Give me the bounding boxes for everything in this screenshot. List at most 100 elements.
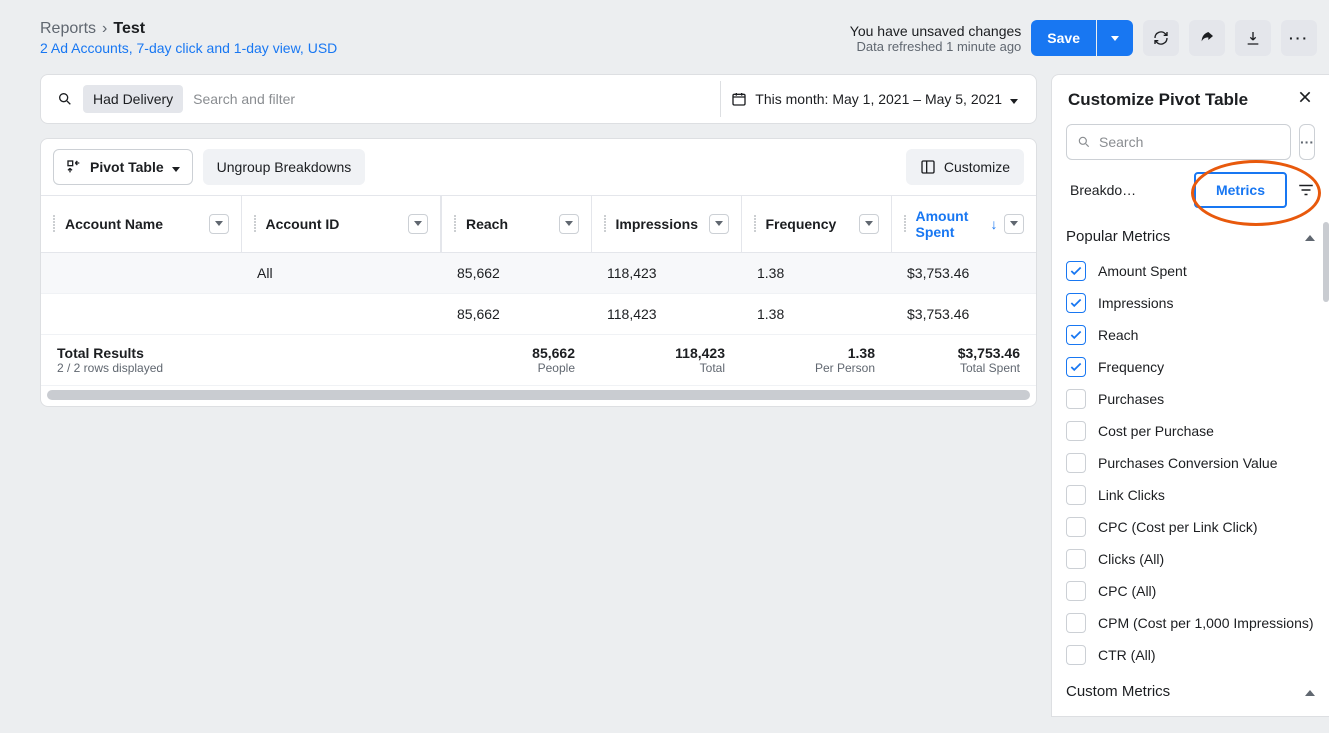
share-button[interactable] (1189, 20, 1225, 56)
metric-checkbox[interactable] (1066, 613, 1086, 633)
layout-icon (920, 159, 936, 175)
customize-button[interactable]: Customize (906, 149, 1024, 185)
metric-row[interactable]: Cost per Purchase (1066, 415, 1315, 447)
metric-row[interactable]: Impressions (1066, 287, 1315, 319)
pivot-table-card: Pivot Table Ungroup Breakdowns Customize (40, 138, 1037, 407)
metric-label: Purchases (1098, 391, 1164, 407)
chevron-down-icon[interactable] (209, 214, 229, 234)
tab-metrics[interactable]: Metrics (1194, 172, 1287, 208)
col-amount-spent[interactable]: Amount Spent↓ (891, 196, 1036, 252)
metric-label: Reach (1098, 327, 1138, 343)
metric-row[interactable]: Frequency (1066, 351, 1315, 383)
close-button[interactable] (1297, 89, 1313, 110)
metric-row[interactable]: CPM (Cost per 1,000 Impressions) (1066, 607, 1315, 639)
tab-breakdowns[interactable]: Breakdo… (1066, 174, 1184, 206)
chevron-down-icon[interactable] (709, 214, 729, 234)
panel-title: Customize Pivot Table (1068, 90, 1248, 110)
col-reach[interactable]: Reach (441, 196, 591, 252)
metric-label: Link Clicks (1098, 487, 1165, 503)
section-popular-metrics[interactable]: Popular Metrics (1066, 222, 1315, 255)
chevron-right-icon: › (102, 20, 107, 38)
metric-checkbox[interactable] (1066, 549, 1086, 569)
metric-checkbox[interactable] (1066, 261, 1086, 281)
refresh-icon (1153, 30, 1169, 46)
metric-row[interactable]: Amount Spent (1066, 255, 1315, 287)
search-icon (1077, 135, 1091, 149)
table-row[interactable]: All 85,662 118,423 1.38 $3,753.46 (41, 252, 1036, 293)
breadcrumb: Reports › Test (40, 20, 337, 38)
metric-row[interactable]: Reach (1066, 319, 1315, 351)
close-icon (1297, 89, 1313, 105)
table-row[interactable]: 85,662 118,423 1.38 $3,753.46 (41, 293, 1036, 334)
metric-checkbox[interactable] (1066, 485, 1086, 505)
metric-label: Impressions (1098, 295, 1173, 311)
metric-row[interactable]: Purchases Conversion Value (1066, 447, 1315, 479)
more-icon: ··· (1289, 30, 1309, 46)
metric-checkbox[interactable] (1066, 581, 1086, 601)
col-frequency[interactable]: Frequency (741, 196, 891, 252)
ungroup-breakdowns-button[interactable]: Ungroup Breakdowns (203, 149, 366, 185)
customize-label: Customize (944, 159, 1010, 175)
metric-label: Cost per Purchase (1098, 423, 1214, 439)
filter-chip-had-delivery[interactable]: Had Delivery (83, 85, 183, 113)
col-impressions[interactable]: Impressions (591, 196, 741, 252)
check-icon (1069, 296, 1083, 310)
metric-checkbox[interactable] (1066, 357, 1086, 377)
pivot-table-label: Pivot Table (90, 159, 164, 175)
pivot-icon (66, 159, 82, 175)
refresh-button[interactable] (1143, 20, 1179, 56)
metric-label: CTR (All) (1098, 647, 1156, 663)
metric-checkbox[interactable] (1066, 453, 1086, 473)
metric-row[interactable]: CPC (All) (1066, 575, 1315, 607)
panel-search[interactable] (1066, 124, 1291, 160)
metric-label: Clicks (All) (1098, 551, 1164, 567)
col-account-name[interactable]: Account Name (41, 196, 241, 252)
metric-row[interactable]: Clicks (All) (1066, 543, 1315, 575)
chevron-down-icon (172, 159, 180, 175)
sort-desc-icon: ↓ (991, 216, 998, 232)
unsaved-changes-label: You have unsaved changes (850, 23, 1022, 39)
chevron-down-icon[interactable] (559, 214, 579, 234)
metric-checkbox[interactable] (1066, 293, 1086, 313)
metric-row[interactable]: Purchases (1066, 383, 1315, 415)
chevron-down-icon[interactable] (1004, 214, 1024, 234)
horizontal-scrollbar[interactable] (47, 390, 1030, 400)
metric-checkbox[interactable] (1066, 517, 1086, 537)
chevron-up-icon (1305, 683, 1315, 700)
save-button[interactable]: Save (1031, 20, 1096, 56)
panel-more-button[interactable]: ··· (1299, 124, 1315, 160)
page-header: Reports › Test 2 Ad Accounts, 7-day clic… (40, 20, 1329, 56)
section-custom-metrics[interactable]: Custom Metrics (1066, 677, 1315, 710)
save-dropdown-button[interactable] (1097, 20, 1133, 56)
more-button[interactable]: ··· (1281, 20, 1317, 56)
check-icon (1069, 328, 1083, 342)
metric-checkbox[interactable] (1066, 389, 1086, 409)
search-filter-bar: Had Delivery This month: May 1, 2021 – M… (40, 74, 1037, 124)
pivot-table: Account Name Account ID Reach Impression… (41, 196, 1036, 386)
metric-checkbox[interactable] (1066, 325, 1086, 345)
col-account-id[interactable]: Account ID (241, 196, 441, 252)
share-icon (1199, 30, 1215, 46)
search-icon (57, 91, 73, 107)
search-input[interactable] (193, 91, 720, 107)
customize-panel: Customize Pivot Table ··· Breakdo… Metri… (1051, 74, 1329, 717)
sort-icon[interactable] (1297, 181, 1315, 199)
metric-row[interactable]: CTR (All) (1066, 639, 1315, 671)
report-settings-link[interactable]: 2 Ad Accounts, 7-day click and 1-day vie… (40, 40, 337, 56)
vertical-scrollbar[interactable] (1323, 222, 1329, 302)
download-button[interactable] (1235, 20, 1271, 56)
date-range-button[interactable]: This month: May 1, 2021 – May 5, 2021 (720, 81, 1028, 117)
breadcrumb-root[interactable]: Reports (40, 20, 96, 38)
chevron-down-icon[interactable] (408, 214, 428, 234)
metric-checkbox[interactable] (1066, 421, 1086, 441)
panel-search-input[interactable] (1099, 134, 1280, 150)
metric-row[interactable]: Link Clicks (1066, 479, 1315, 511)
check-icon (1069, 264, 1083, 278)
metric-row[interactable]: CPC (Cost per Link Click) (1066, 511, 1315, 543)
chevron-up-icon (1305, 228, 1315, 245)
download-icon (1245, 30, 1261, 46)
pivot-table-type-button[interactable]: Pivot Table (53, 149, 193, 185)
metric-label: CPC (Cost per Link Click) (1098, 519, 1257, 535)
metric-checkbox[interactable] (1066, 645, 1086, 665)
chevron-down-icon[interactable] (859, 214, 879, 234)
